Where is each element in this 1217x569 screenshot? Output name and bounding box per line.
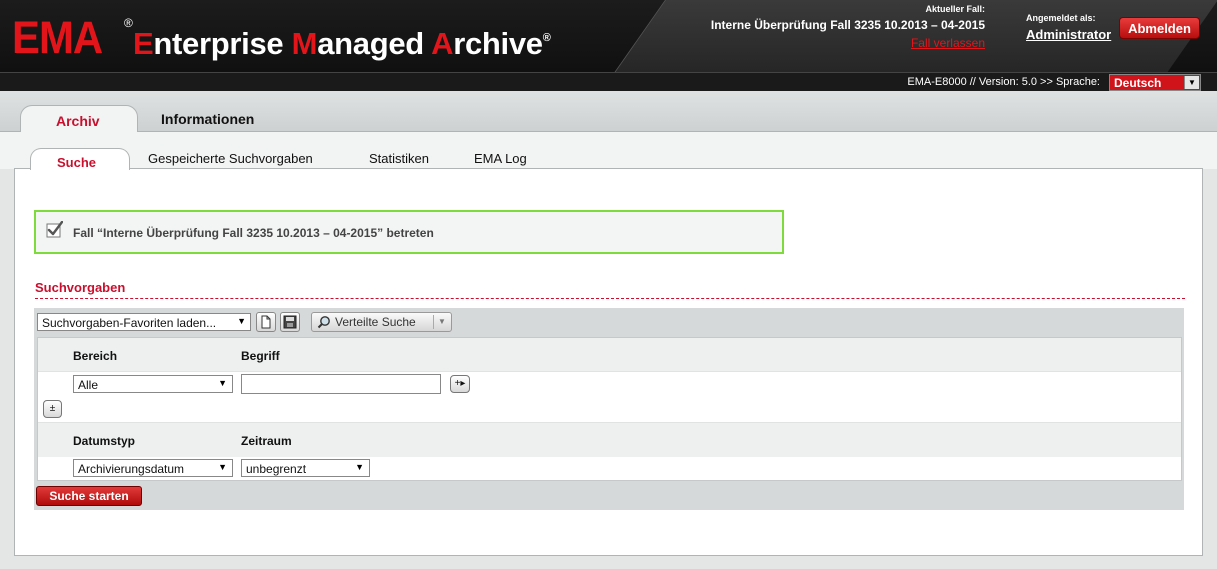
distributed-search-label: Verteilte Suche <box>335 315 416 329</box>
notice-message: Fall “Interne Überprüfung Fall 3235 10.2… <box>73 226 434 240</box>
add-row-strip: ± <box>38 397 1181 422</box>
button-separator <box>433 315 434 329</box>
search-form: Suchvorgaben-Favoriten laden... ▼ Vertei… <box>34 308 1184 510</box>
column-header-date-type: Datumstyp <box>73 434 136 448</box>
favorites-select[interactable]: Suchvorgaben-Favoriten laden... ▼ <box>37 313 251 331</box>
column-header-term: Begriff <box>241 349 280 363</box>
version-bar: EMA-E8000 // Version: 5.0 >> Sprache: De… <box>0 72 1217 92</box>
column-header-area: Bereich <box>73 349 118 363</box>
chevron-down-icon: ▼ <box>1184 76 1199 89</box>
logo-registered-mark: ® <box>124 16 133 30</box>
chevron-down-icon: ▼ <box>218 378 227 388</box>
criteria-header-row: Bereich Begriff <box>38 338 1181 372</box>
magnifier-icon <box>317 316 330 329</box>
app-header: EMA ® Enterprise Managed Archive® Aktuel… <box>0 0 1217 72</box>
date-type-value: Archivierungsdatum <box>78 462 185 476</box>
checkbox-check-icon <box>46 221 63 238</box>
subtab-saved-presets[interactable]: Gespeicherte Suchvorgaben <box>148 151 313 166</box>
term-input[interactable] <box>241 374 441 394</box>
language-value: Deutsch <box>1114 76 1162 90</box>
column-header-period: Zeitraum <box>241 434 292 448</box>
logo-title: Enterprise Managed Archive® <box>133 26 551 61</box>
chevron-down-icon: ▼ <box>355 462 364 472</box>
chevron-down-icon: ▼ <box>218 462 227 472</box>
new-preset-button[interactable] <box>256 312 276 332</box>
user-name-link[interactable]: Administrator <box>1026 27 1111 42</box>
logged-in-label: Angemeldet als: <box>1026 13 1096 23</box>
add-term-button[interactable]: +▸ <box>450 375 470 393</box>
tab-informationen[interactable]: Informationen <box>161 111 254 127</box>
current-case-label: Aktueller Fall: <box>925 4 985 14</box>
current-case-name: Interne Überprüfung Fall 3235 10.2013 – … <box>710 18 985 32</box>
area-select-value: Alle <box>78 378 99 392</box>
chevron-down-icon[interactable]: ▼ <box>438 317 446 326</box>
criteria-input-row: Alle ▼ +▸ <box>38 371 1181 397</box>
subtab-statistics[interactable]: Statistiken <box>369 151 429 166</box>
tab-archiv-label: Archiv <box>56 113 100 129</box>
section-divider <box>35 298 1185 299</box>
success-notice: Fall “Interne Überprüfung Fall 3235 10.2… <box>34 210 784 254</box>
language-select[interactable]: Deutsch ▼ <box>1109 74 1201 91</box>
search-criteria-grid: Bereich Begriff Alle ▼ +▸ ± Datumstyp Ze… <box>37 337 1182 481</box>
subtab-suche-label: Suche <box>57 155 97 170</box>
save-preset-button[interactable] <box>280 312 300 332</box>
search-panel: Fall “Interne Überprüfung Fall 3235 10.2… <box>14 168 1203 556</box>
logout-button[interactable]: Abmelden <box>1119 17 1200 39</box>
leave-case-link[interactable]: Fall verlassen <box>911 36 985 50</box>
tab-archiv[interactable]: Archiv <box>20 105 138 132</box>
date-input-row: Archivierungsdatum ▼ unbegrenzt ▼ <box>38 456 1181 481</box>
logo-ema-mark: EMA <box>12 12 103 63</box>
chevron-down-icon: ▼ <box>237 316 246 326</box>
start-search-button[interactable]: Suche starten <box>36 486 142 506</box>
period-value: unbegrenzt <box>246 462 307 476</box>
date-type-select[interactable]: Archivierungsdatum ▼ <box>73 459 233 477</box>
subtab-suche[interactable]: Suche <box>30 148 130 170</box>
favorites-select-value: Suchvorgaben-Favoriten laden... <box>42 316 217 330</box>
period-select[interactable]: unbegrenzt ▼ <box>241 459 370 477</box>
add-criteria-row-button[interactable]: ± <box>43 400 62 418</box>
area-select[interactable]: Alle ▼ <box>73 375 233 393</box>
section-title-suchvorgaben: Suchvorgaben <box>35 280 126 295</box>
save-disk-icon <box>283 315 297 329</box>
date-header-row: Datumstyp Zeitraum <box>38 422 1181 457</box>
subtab-ema-log[interactable]: EMA Log <box>474 151 527 166</box>
new-document-icon <box>261 315 271 329</box>
add-arrow-icon: +▸ <box>454 378 466 389</box>
distributed-search-button[interactable]: Verteilte Suche ▼ <box>311 312 452 332</box>
version-text: EMA-E8000 // Version: 5.0 >> Sprache: <box>907 76 1100 88</box>
expand-icon: ± <box>49 403 56 414</box>
